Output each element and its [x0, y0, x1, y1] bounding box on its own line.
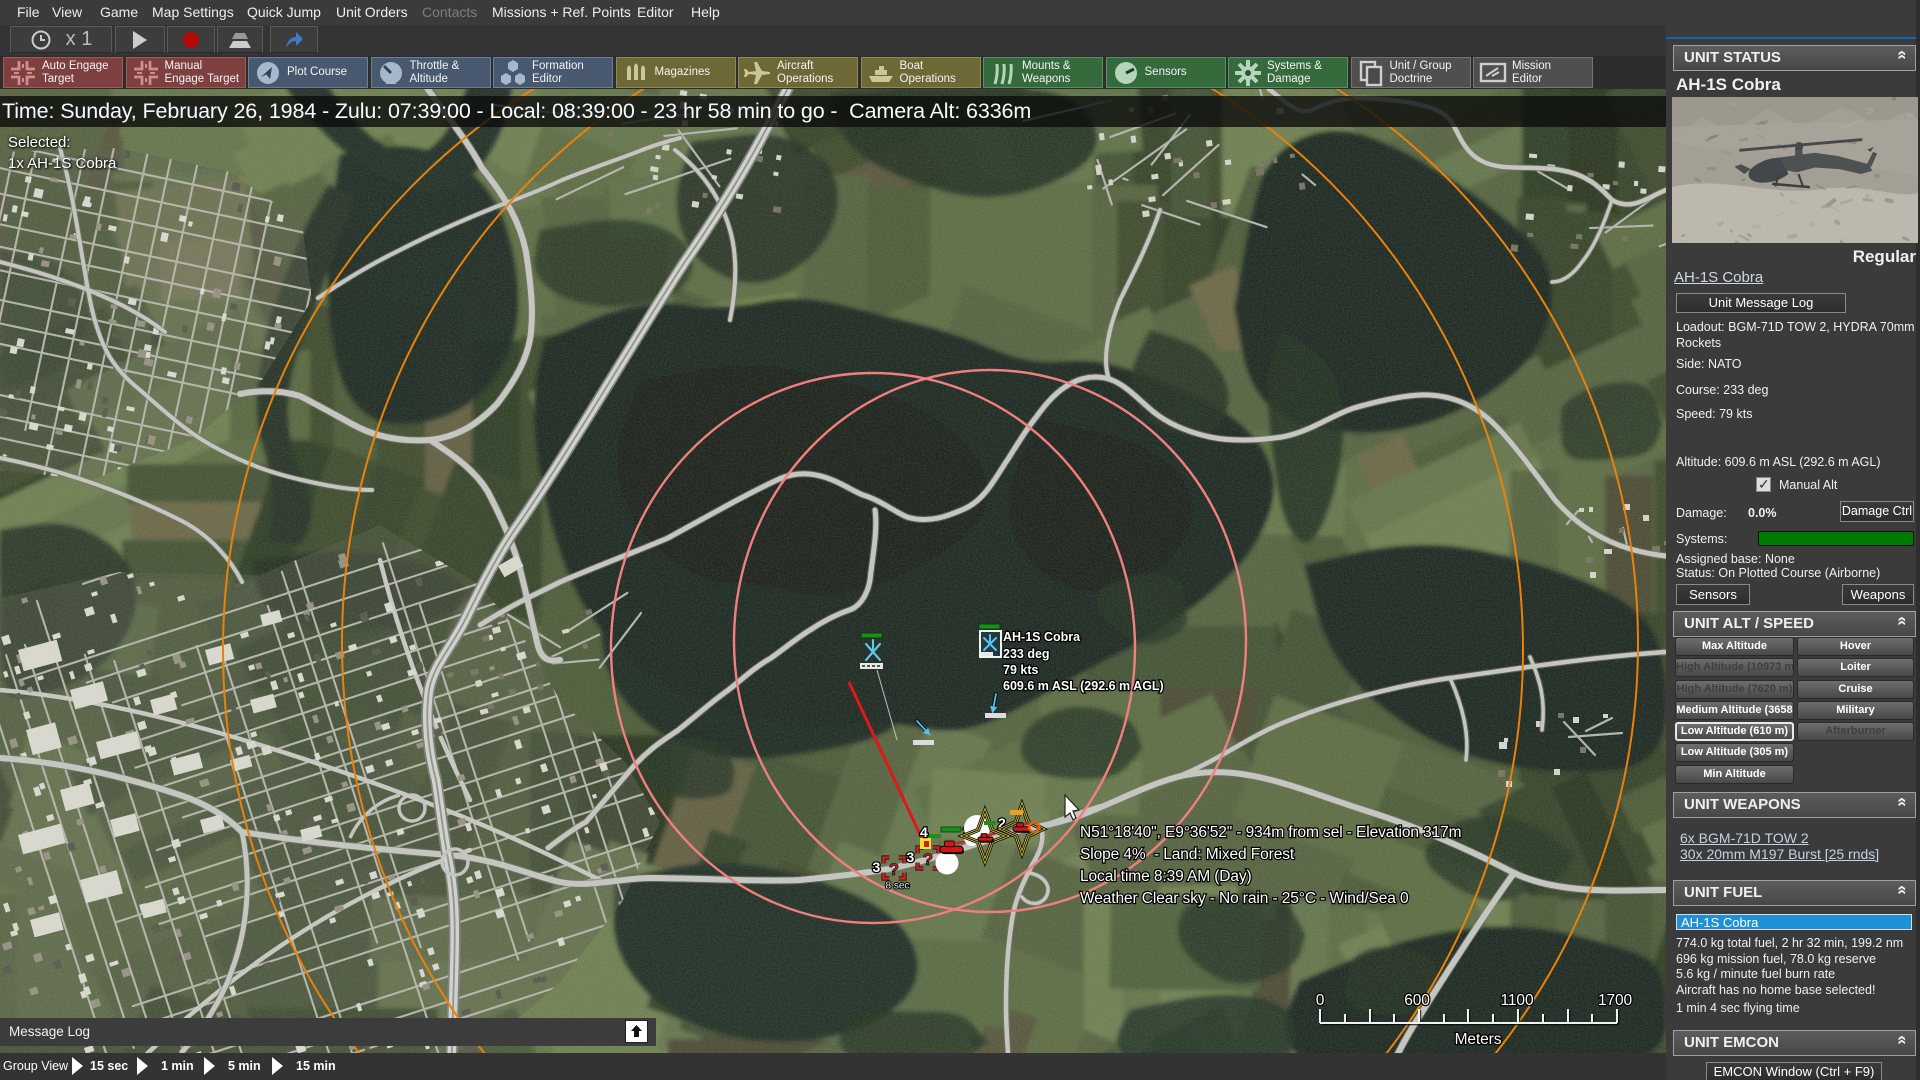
svg-text:233 deg: 233 deg	[1003, 647, 1050, 661]
svg-text:79 kts: 79 kts	[1003, 663, 1038, 677]
svg-text:Slope 4% - Land: Mixed Forest: Slope 4% - Land: Mixed Forest	[1080, 846, 1295, 863]
svg-text:8 sec: 8 sec	[886, 881, 910, 892]
svg-text:3: 3	[907, 849, 915, 865]
svg-text:1100: 1100	[1501, 992, 1534, 1009]
svg-text:3: 3	[873, 859, 881, 875]
svg-text:1700: 1700	[1598, 992, 1633, 1009]
svg-text:N51°18'40", E9°36'52" - 934m f: N51°18'40", E9°36'52" - 934m from sel - …	[1080, 824, 1461, 841]
svg-text:Meters: Meters	[1455, 1031, 1502, 1048]
svg-text:600: 600	[1404, 992, 1430, 1009]
svg-text:AH-1S Cobra: AH-1S Cobra	[1003, 630, 1081, 644]
svg-text:?: ?	[923, 850, 933, 869]
svg-text:?: ?	[889, 860, 899, 879]
svg-text:Local time 8:39 AM (Day): Local time 8:39 AM (Day)	[1080, 868, 1252, 885]
svg-text:Weather Clear sky - No rain -: Weather Clear sky - No rain - 25°C - Win…	[1080, 890, 1409, 907]
svg-text:4: 4	[920, 824, 928, 840]
svg-text:609.6 m ASL (292.6 m AGL): 609.6 m ASL (292.6 m AGL)	[1003, 679, 1164, 693]
svg-text:0: 0	[1316, 992, 1325, 1009]
